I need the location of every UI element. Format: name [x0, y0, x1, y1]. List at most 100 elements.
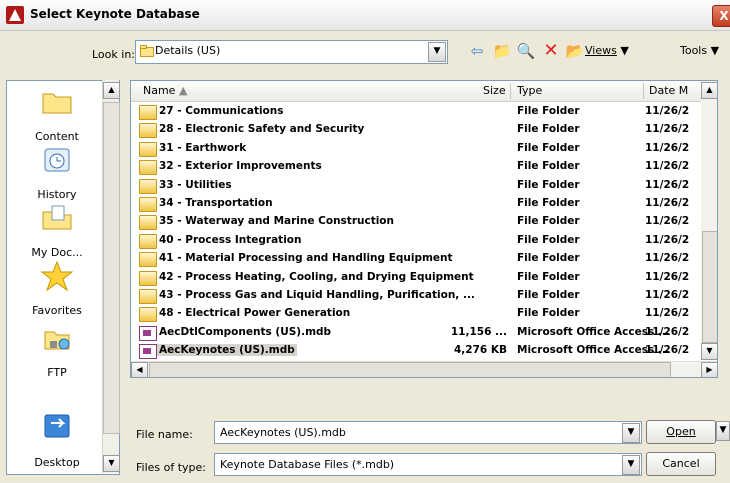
place-history[interactable]: History — [7, 143, 107, 201]
new-folder-icon[interactable]: 📂 — [565, 41, 585, 61]
look-in-label: Look in: — [92, 48, 135, 61]
window-title: Select Keynote Database — [30, 7, 200, 21]
up-folder-icon[interactable]: 📁 — [492, 41, 512, 61]
file-name: 27 - Communications — [159, 105, 284, 117]
folder-icon — [139, 197, 157, 212]
file-name-input[interactable]: AecKeynotes (US).mdb — [214, 421, 642, 444]
file-row[interactable]: 33 - Utilities File Folder 11/26/2 — [131, 177, 701, 195]
file-row[interactable]: AecDtlComponents (US).mdb 11,156 ... Micro… — [131, 324, 701, 342]
folder-icon — [42, 93, 72, 114]
place-label: Desktop — [34, 456, 80, 469]
file-name: 31 - Earthwork — [159, 141, 247, 154]
file-row[interactable]: 43 - Process Gas and Liquid Handling, Pu… — [131, 287, 701, 305]
scroll-thumb[interactable] — [103, 102, 120, 434]
file-date: 11/26/2 — [645, 123, 690, 136]
file-name: 32 - Exterior Improvements — [159, 160, 322, 173]
access-database-icon — [139, 344, 157, 360]
file-type: File Folder — [517, 233, 580, 246]
cancel-button[interactable]: Cancel — [646, 452, 716, 476]
place-content[interactable]: Content — [7, 85, 107, 143]
file-size: 4,276 KB — [453, 344, 507, 357]
file-type-value: Keynote Database Files (*.mdb) — [220, 458, 395, 471]
open-options-arrow[interactable]: ▼ — [716, 421, 730, 441]
place-desktop[interactable]: Desktop — [7, 411, 107, 469]
file-name: 42 - Process Heating, Cooling, and Dryin… — [159, 270, 474, 283]
tools-menu-button[interactable]: Tools ▼ — [680, 44, 719, 57]
scroll-thumb[interactable] — [702, 231, 717, 343]
views-menu-button[interactable]: Views ▼ — [585, 44, 629, 57]
my-documents-icon — [42, 205, 72, 230]
scroll-up-button[interactable]: ▲ — [701, 82, 717, 99]
file-row[interactable]: 32 - Exterior Improvements File Folder 11/… — [131, 158, 701, 176]
file-row[interactable]: 27 - Communications File Folder 11/26/2 — [131, 103, 701, 121]
open-button[interactable]: Open — [646, 420, 716, 444]
place-label: Favorites — [32, 304, 82, 317]
file-type: File Folder — [517, 123, 580, 136]
place-label: Content — [35, 130, 79, 143]
file-row[interactable]: 42 - Process Heating, Cooling, and Dryin… — [131, 269, 701, 287]
file-row[interactable]: 41 - Material Processing and Handling Eq… — [131, 250, 701, 268]
back-arrow-icon[interactable]: ⇦ — [467, 41, 487, 61]
file-type-label: Files of type: — [136, 461, 207, 474]
scroll-thumb[interactable] — [149, 362, 671, 377]
file-row[interactable]: 28 - Electronic Safety and Security File … — [131, 121, 701, 139]
place-label: FTP — [47, 366, 67, 379]
file-type: File Folder — [517, 252, 580, 265]
file-type-dropdown-arrow[interactable]: ▼ — [622, 455, 640, 475]
folder-icon — [139, 252, 157, 268]
folder-icon — [139, 123, 157, 139]
file-row[interactable]: AecKeynotes (US).mdb 4,276 KB Microsoft Of… — [131, 342, 701, 360]
title-bar: Select Keynote Database X — [0, 0, 730, 31]
folder-icon — [139, 105, 157, 120]
file-name: 40 - Process Integration — [159, 233, 302, 246]
search-web-icon[interactable]: 🔍 — [516, 41, 536, 61]
ftp-icon — [44, 331, 70, 350]
file-name: AecDtlComponents (US).mdb — [159, 325, 332, 338]
file-type: File Folder — [517, 160, 580, 173]
column-header-type[interactable]: Type — [517, 84, 542, 97]
file-date: 11/26/2 — [645, 270, 690, 283]
file-row[interactable]: 34 - Transportation File Folder 11/26/2 — [131, 195, 701, 213]
column-header-name[interactable]: Name ▲ — [143, 84, 187, 97]
folder-icon — [139, 289, 157, 304]
place-my-documents[interactable]: My Doc... — [7, 201, 107, 259]
file-row[interactable]: 48 - Electrical Power Generation File Fol… — [131, 305, 701, 323]
scroll-down-button[interactable]: ▼ — [701, 343, 717, 360]
desktop-icon — [44, 414, 70, 438]
star-icon — [40, 260, 74, 292]
folder-icon — [139, 233, 157, 249]
file-date: 11/26/2 — [645, 233, 690, 246]
close-button[interactable]: X — [712, 5, 730, 27]
file-row[interactable]: 31 - Earthwork File Folder 11/26/2 — [131, 140, 701, 158]
file-type: File Folder — [517, 141, 580, 154]
file-date: 11/26/2 — [645, 105, 690, 117]
scroll-down-button[interactable]: ▼ — [103, 455, 120, 472]
file-row[interactable]: 35 - Waterway and Marine Construction Fil… — [131, 213, 701, 231]
file-name-dropdown-arrow[interactable]: ▼ — [622, 423, 640, 443]
file-type: File Folder — [517, 197, 580, 209]
column-header-date[interactable]: Date M — [649, 84, 688, 97]
file-row[interactable]: 40 - Process Integration File Folder 11/26… — [131, 232, 701, 250]
file-type: File Folder — [517, 178, 580, 191]
scroll-right-button[interactable]: ▶ — [701, 362, 717, 377]
file-name: 33 - Utilities — [159, 178, 232, 191]
folder-icon — [139, 178, 157, 194]
file-date: 11/26/2 — [645, 252, 690, 265]
place-favorites[interactable]: Favorites — [7, 259, 107, 317]
file-date: 11/26/2 — [645, 289, 690, 301]
folder-icon — [139, 307, 157, 323]
places-scrollbar[interactable]: ▲ ▼ — [102, 80, 120, 473]
file-name: 34 - Transportation — [159, 197, 273, 209]
history-icon — [44, 148, 70, 172]
delete-icon[interactable]: ✕ — [541, 41, 561, 61]
scroll-up-button[interactable]: ▲ — [103, 82, 120, 99]
file-type-select[interactable]: Keynote Database Files (*.mdb) — [214, 453, 642, 476]
look-in-dropdown-arrow[interactable]: ▼ — [428, 42, 446, 62]
scroll-left-button[interactable]: ◀ — [131, 362, 148, 377]
column-header-size[interactable]: Size — [483, 84, 506, 97]
place-ftp[interactable]: FTP — [7, 321, 107, 379]
file-type: File Folder — [517, 270, 580, 283]
look-in-value: Details (US) — [155, 44, 221, 57]
file-name: 43 - Process Gas and Liquid Handling, Pu… — [159, 289, 475, 301]
file-name: 48 - Electrical Power Generation — [159, 307, 351, 320]
